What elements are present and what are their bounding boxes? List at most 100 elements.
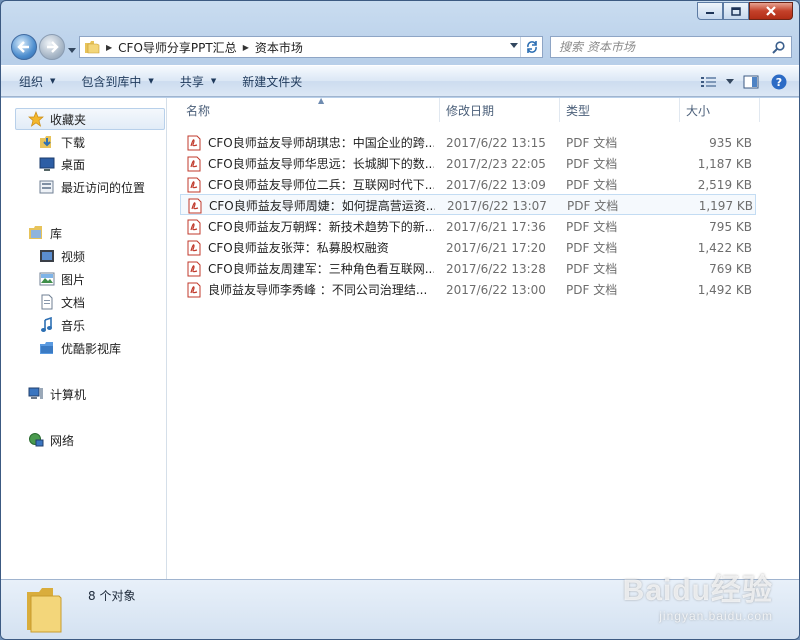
- sidebar-item-desktop[interactable]: 桌面: [39, 153, 85, 175]
- column-header-size[interactable]: 大小: [680, 98, 760, 122]
- file-date: 2017/6/22 13:09: [446, 177, 546, 192]
- sidebar-item-favorites[interactable]: 收藏夹: [15, 108, 165, 130]
- help-icon: ?: [771, 74, 787, 90]
- preview-pane-icon: [743, 75, 759, 89]
- file-date: 2017/6/22 13:00: [446, 282, 546, 297]
- file-type: PDF 文档: [566, 178, 618, 192]
- column-header-name[interactable]: ▲ 名称: [180, 96, 440, 122]
- sidebar-item-youku[interactable]: 优酷影视库: [39, 337, 121, 359]
- file-type: PDF 文档: [566, 220, 618, 234]
- file-row-hovered[interactable]: CFO良师益友导师周婕：如何提高营运资... 2017/6/22 13:07 P…: [180, 194, 756, 215]
- file-type: PDF 文档: [566, 157, 618, 171]
- include-in-library-button[interactable]: 包含到库中 ▼: [73, 69, 161, 93]
- help-button[interactable]: ?: [765, 71, 793, 93]
- file-size: 769 KB: [709, 261, 752, 276]
- folder-icon: [27, 588, 62, 633]
- column-header-type[interactable]: 类型: [560, 98, 680, 122]
- file-row[interactable]: 良师益友导师李秀峰 ：不同公司治理结... 2017/6/22 13:00 PD…: [180, 279, 756, 300]
- navigation-pane: 收藏夹 下载 桌面 最近访问的位置 库 视频 图片 文档 音乐 优酷影视库 计算…: [1, 98, 167, 579]
- pdf-file-icon: [187, 135, 201, 150]
- recent-pages-dropdown[interactable]: [68, 43, 76, 57]
- maximize-icon: [731, 6, 741, 16]
- pdf-file-icon: [187, 156, 201, 171]
- file-size: 2,519 KB: [697, 177, 752, 192]
- sidebar-item-label: 最近访问的位置: [61, 180, 146, 195]
- sidebar-item-label: 图片: [61, 272, 86, 287]
- caption-buttons: [697, 2, 793, 20]
- sidebar-item-label: 文档: [61, 295, 86, 310]
- file-size: 1,422 KB: [697, 240, 752, 255]
- column-header-label: 大小: [686, 103, 711, 118]
- file-row[interactable]: CFO良师益友导师位二兵：互联网时代下... 2017/6/22 13:09 P…: [180, 174, 756, 195]
- file-date: 2017/6/22 13:15: [446, 135, 546, 150]
- file-type: PDF 文档: [566, 262, 618, 276]
- sidebar-item-recent-places[interactable]: 最近访问的位置: [39, 176, 145, 198]
- view-options-dropdown[interactable]: [723, 71, 737, 93]
- svg-text:?: ?: [776, 76, 782, 89]
- address-dropdown-icon[interactable]: [510, 43, 518, 49]
- sidebar-item-downloads[interactable]: 下载: [39, 131, 85, 153]
- new-folder-button[interactable]: 新建文件夹: [234, 69, 310, 93]
- sidebar-item-network[interactable]: 网络: [28, 429, 74, 451]
- downloads-folder-icon: [39, 134, 55, 150]
- new-folder-label: 新建文件夹: [242, 74, 303, 89]
- details-pane: 8 个对象 Baidu经验 jingyan.baidu.com: [1, 574, 799, 639]
- explorer-body: 收藏夹 下载 桌面 最近访问的位置 库 视频 图片 文档 音乐 优酷影视库 计算…: [1, 96, 799, 579]
- share-label: 共享: [179, 74, 204, 89]
- star-icon: [28, 111, 44, 127]
- chevron-down-icon: ▼: [148, 77, 154, 85]
- file-row[interactable]: CFO良师益友导师华思远：长城脚下的数... 2017/2/23 22:05 P…: [180, 153, 756, 174]
- breadcrumb-item-parent[interactable]: CFO导师分享PPT汇总: [118, 39, 237, 56]
- pdf-file-icon: [187, 219, 201, 234]
- column-header-label: 修改日期: [446, 103, 495, 118]
- chevron-down-icon: ▼: [210, 77, 217, 85]
- network-icon: [28, 432, 44, 448]
- command-toolbar: 组织 ▼ 包含到库中 ▼ 共享 ▼ 新建文件夹 ?: [1, 65, 799, 97]
- file-row[interactable]: CFO良师益友张萍：私募股权融资 2017/6/21 17:20 PDF 文档 …: [180, 237, 756, 258]
- pdf-file-icon: [188, 198, 202, 213]
- recent-places-icon: [39, 179, 55, 195]
- chevron-down-icon: [726, 79, 734, 84]
- sidebar-item-pictures[interactable]: 图片: [39, 268, 85, 290]
- pdf-file-icon: [187, 282, 201, 297]
- desktop-icon: [39, 156, 55, 172]
- sidebar-item-libraries[interactable]: 库: [28, 222, 62, 244]
- sidebar-item-documents[interactable]: 文档: [39, 291, 85, 313]
- column-header-modified[interactable]: 修改日期: [440, 98, 560, 122]
- breadcrumb-separator-icon[interactable]: ▶: [243, 43, 249, 52]
- file-row[interactable]: CFO良师益友导师胡琪忠：中国企业的跨... 2017/6/22 13:15 P…: [180, 132, 756, 153]
- organize-button[interactable]: 组织 ▼: [11, 69, 63, 93]
- back-arrow-icon: [17, 41, 29, 53]
- video-library-folder-icon: [39, 340, 55, 356]
- file-name-cell: CFO良师益友导师华思远：长城脚下的数...: [186, 153, 434, 174]
- file-name: CFO良师益友导师周婕：如何提高营运资...: [209, 199, 435, 213]
- breadcrumb-item-current[interactable]: 资本市场: [255, 39, 303, 56]
- file-row[interactable]: CFO良师益友万朝辉：新技术趋势下的新... 2017/6/21 17:36 P…: [180, 216, 756, 237]
- search-input[interactable]: [559, 38, 772, 56]
- minimize-button[interactable]: [697, 2, 723, 20]
- refresh-button[interactable]: [520, 37, 542, 57]
- forward-button[interactable]: [39, 34, 65, 60]
- search-icon[interactable]: [772, 40, 785, 54]
- file-row[interactable]: CFO良师益友周建军：三种角色看互联网... 2017/6/22 13:28 P…: [180, 258, 756, 279]
- sidebar-item-label: 视频: [61, 249, 86, 264]
- organize-label: 组织: [19, 74, 44, 89]
- sidebar-item-computer[interactable]: 计算机: [28, 383, 86, 405]
- folder-icon: [85, 41, 100, 54]
- sidebar-item-videos[interactable]: 视频: [39, 245, 85, 267]
- sidebar-item-label: 音乐: [61, 318, 86, 333]
- maximize-button[interactable]: [723, 2, 749, 20]
- file-size: 1,197 KB: [698, 198, 753, 213]
- share-button[interactable]: 共享 ▼: [172, 69, 224, 93]
- search-box[interactable]: [550, 36, 792, 58]
- preview-pane-button[interactable]: [737, 71, 765, 93]
- change-view-button[interactable]: [695, 71, 723, 93]
- breadcrumb-separator-icon[interactable]: ▶: [106, 43, 112, 52]
- file-name: CFO良师益友导师华思远：长城脚下的数...: [208, 157, 434, 171]
- file-name-cell: CFO良师益友导师胡琪忠：中国企业的跨...: [186, 132, 434, 153]
- address-bar[interactable]: ▶ CFO导师分享PPT汇总 ▶ 资本市场: [79, 36, 543, 58]
- back-button[interactable]: [11, 34, 37, 60]
- view-list-icon: [701, 77, 716, 87]
- close-button[interactable]: [749, 2, 793, 20]
- sidebar-item-music[interactable]: 音乐: [39, 314, 85, 336]
